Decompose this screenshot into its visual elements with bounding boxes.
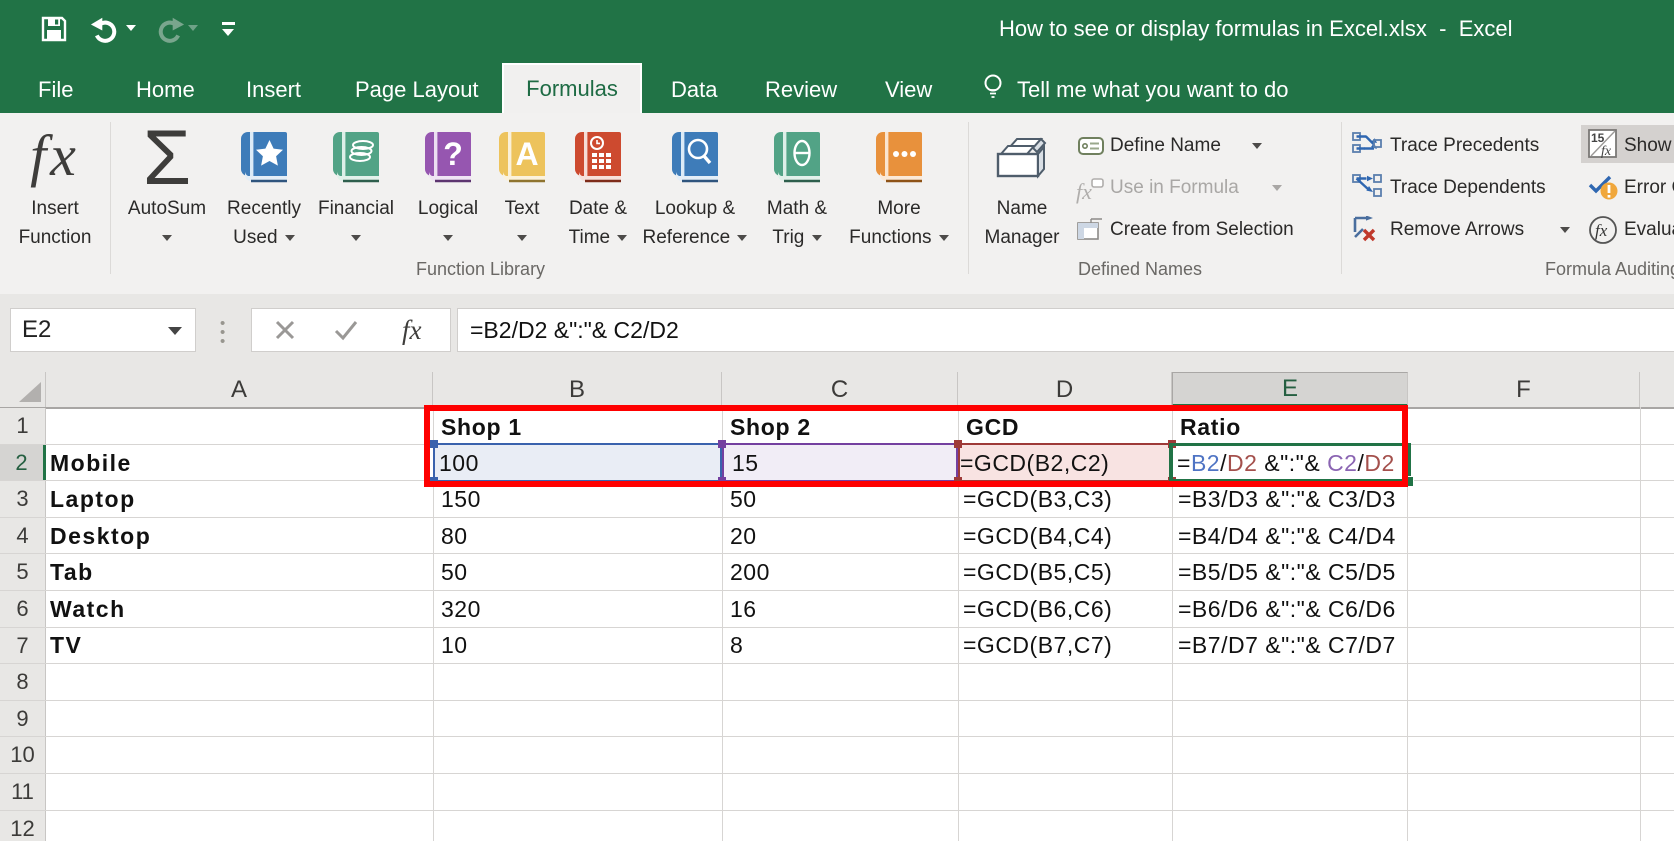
svg-text:?: ? [443,136,463,172]
svg-text:fx: fx [1076,179,1092,204]
svg-text:fx: fx [1601,144,1612,159]
svg-text:A: A [515,136,538,172]
svg-text:fx: fx [1595,221,1608,240]
svg-text:15: 15 [1591,131,1605,145]
